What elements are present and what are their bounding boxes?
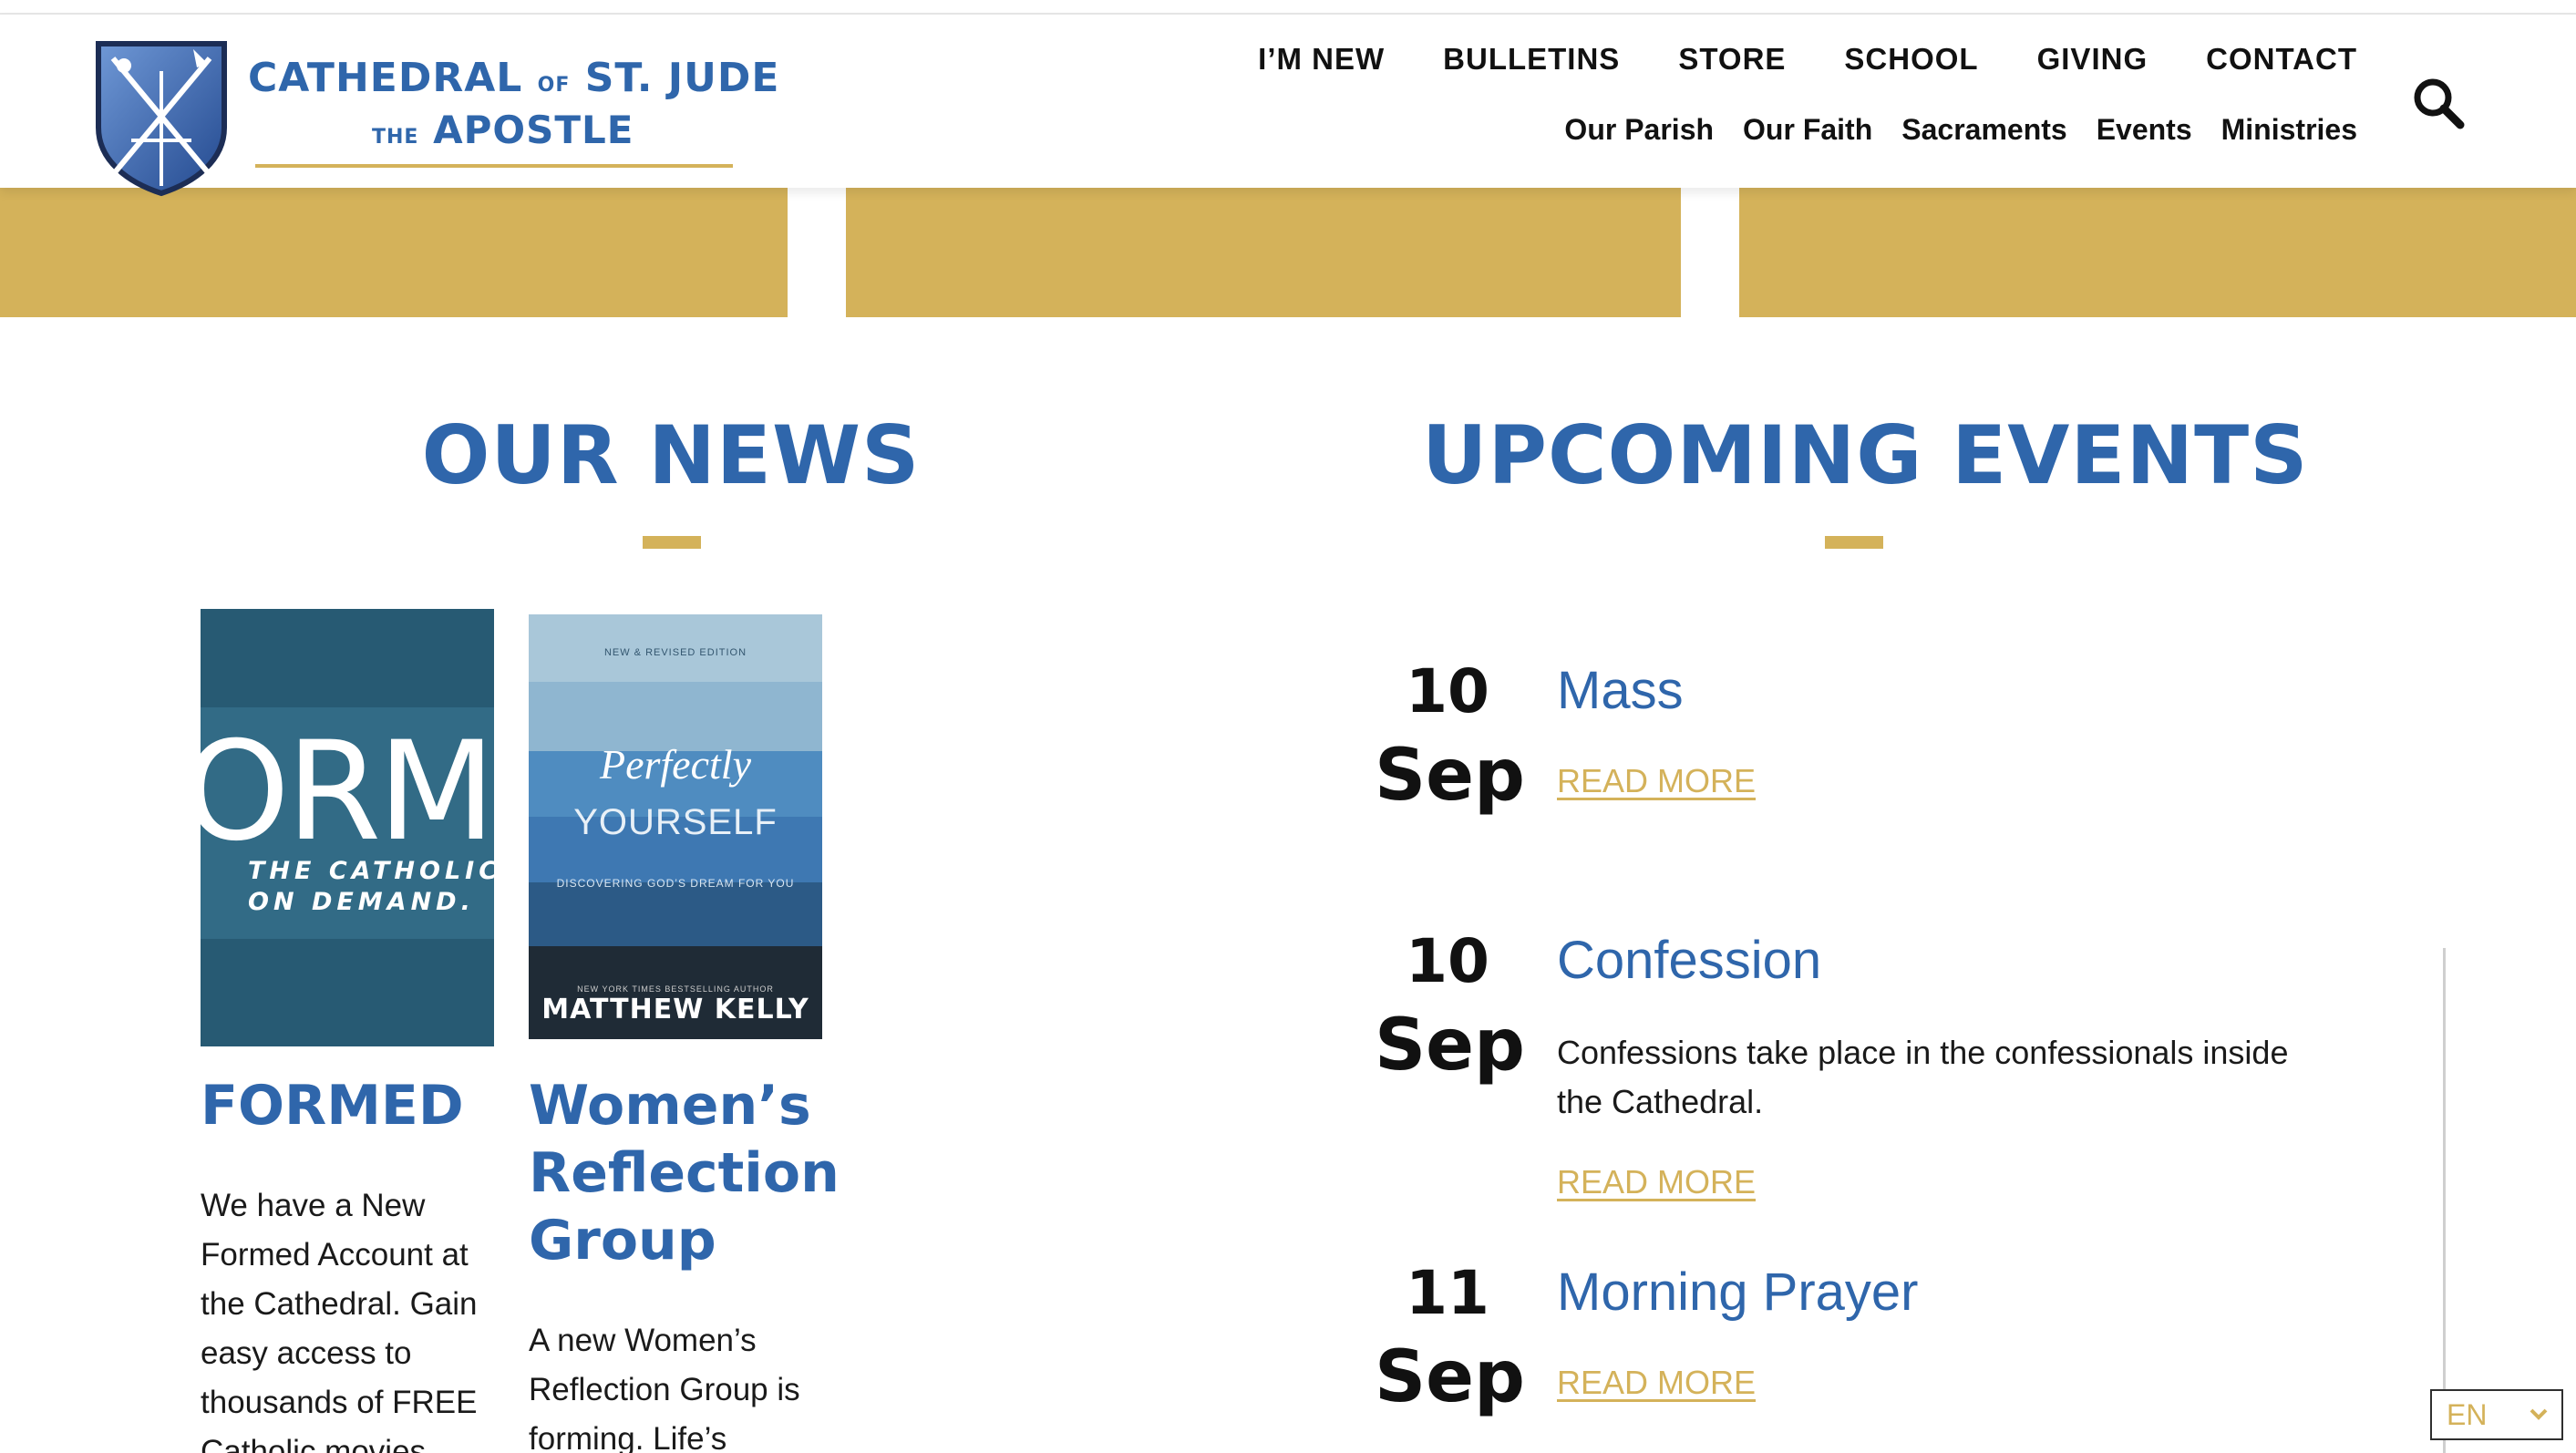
- event-date-month: Sep: [1375, 1005, 1525, 1087]
- site-header: CATHEDRAL OF ST. JUDE THE APOSTLE I’M NE…: [0, 15, 2576, 197]
- news-title-formed[interactable]: FORMED: [201, 1072, 510, 1139]
- feature-banner-1[interactable]: [0, 188, 788, 317]
- event-date-month: Sep: [1375, 1336, 1525, 1418]
- nav-our-faith[interactable]: Our Faith: [1743, 113, 1872, 147]
- nav-giving[interactable]: GIVING: [2037, 42, 2148, 77]
- top-border: [0, 0, 2576, 15]
- event-title-mass[interactable]: Mass: [1557, 660, 1684, 721]
- nav-im-new[interactable]: I’M NEW: [1258, 42, 1385, 77]
- search-icon[interactable]: [2410, 75, 2467, 131]
- site-logo[interactable]: CATHEDRAL OF ST. JUDE THE APOSTLE: [95, 27, 778, 197]
- book-cover-author: MATTHEW KELLY: [541, 994, 809, 1025]
- nav-sacraments[interactable]: Sacraments: [1901, 113, 2066, 147]
- book-cover-image[interactable]: NEW & REVISED EDITION Perfectly YOURSELF…: [529, 614, 822, 1039]
- event-title-morning-prayer[interactable]: Morning Prayer: [1557, 1262, 1918, 1323]
- event-date-day: 10: [1406, 656, 1489, 726]
- event-read-more-morning-prayer[interactable]: READ MORE: [1557, 1364, 1756, 1402]
- events-scrollbar[interactable]: [2443, 948, 2446, 1453]
- event-title-confession[interactable]: Confession: [1557, 930, 1821, 991]
- formed-image[interactable]: ORME THE CATHOLIC ON DEMAND.: [201, 609, 494, 1046]
- language-selected-value: EN: [2447, 1398, 2488, 1431]
- feature-banner-3[interactable]: [1739, 188, 2576, 317]
- book-cover-title-2: YOURSELF: [573, 802, 778, 842]
- brand-name-line1: CATHEDRAL OF ST. JUDE: [248, 55, 780, 101]
- formed-image-tagline-1: THE CATHOLIC: [248, 857, 494, 885]
- news-title-womens-group[interactable]: Women’s Reflection Group: [529, 1072, 840, 1274]
- event-read-more-confession[interactable]: READ MORE: [1557, 1163, 1756, 1201]
- nav-events[interactable]: Events: [2097, 113, 2192, 147]
- event-date-day: 10: [1406, 926, 1489, 996]
- upcoming-events-rule: [1825, 536, 1883, 549]
- nav-school[interactable]: SCHOOL: [1844, 42, 1978, 77]
- news-excerpt-formed: We have a New Formed Account at the Cath…: [201, 1188, 478, 1453]
- news-excerpt-womens-group: A new Women’s Reflection Group is formin…: [529, 1323, 800, 1453]
- nav-bulletins[interactable]: BULLETINS: [1443, 42, 1620, 77]
- feature-banner-2[interactable]: [846, 188, 1681, 317]
- upcoming-events-heading: UPCOMING EVENTS: [1422, 408, 2309, 502]
- chevron-down-icon: [2530, 1408, 2548, 1420]
- nav-ministries[interactable]: Ministries: [2221, 113, 2357, 147]
- formed-image-wordmark: ORME: [201, 713, 494, 871]
- nav-contact[interactable]: CONTACT: [2206, 42, 2357, 77]
- our-news-rule: [643, 536, 701, 549]
- book-cover-subtitle: DISCOVERING GOD’S DREAM FOR YOU: [556, 877, 795, 890]
- event-date-month: Sep: [1375, 735, 1525, 817]
- event-date-day: 11: [1406, 1258, 1489, 1328]
- nav-store[interactable]: STORE: [1678, 42, 1786, 77]
- our-news-heading: OUR NEWS: [421, 408, 921, 502]
- secondary-nav: Our Parish Our Faith Sacraments Events M…: [1564, 113, 2357, 147]
- book-cover-tagline: NEW YORK TIMES BESTSELLING AUTHOR: [577, 984, 774, 994]
- primary-nav: I’M NEW BULLETINS STORE SCHOOL GIVING CO…: [1258, 42, 2357, 77]
- book-cover-edition: NEW & REVISED EDITION: [603, 647, 747, 658]
- brand-name-line2: THE APOSTLE: [372, 108, 634, 152]
- event-description-confession: Confessions take place in the confession…: [1557, 1034, 2289, 1120]
- formed-image-tagline-2: ON DEMAND.: [248, 888, 475, 916]
- language-select[interactable]: EN: [2430, 1389, 2563, 1440]
- event-read-more-mass[interactable]: READ MORE: [1557, 762, 1756, 800]
- brand-underline: [255, 164, 733, 168]
- cathedral-shield-icon: [96, 41, 227, 197]
- nav-our-parish[interactable]: Our Parish: [1564, 113, 1714, 147]
- book-cover-title-1: Perfectly: [599, 741, 751, 788]
